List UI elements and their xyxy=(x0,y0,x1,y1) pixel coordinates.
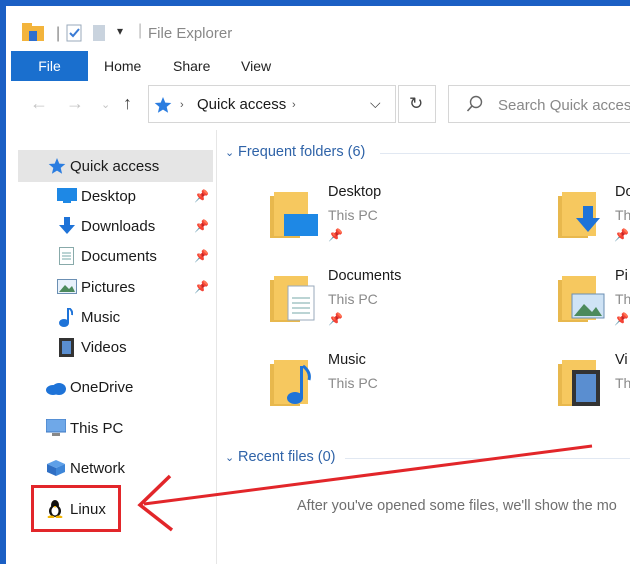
red-arrow-annotation xyxy=(137,444,593,532)
file-explorer-window: | ▾ | File Explorer File Home Share View… xyxy=(0,0,630,564)
